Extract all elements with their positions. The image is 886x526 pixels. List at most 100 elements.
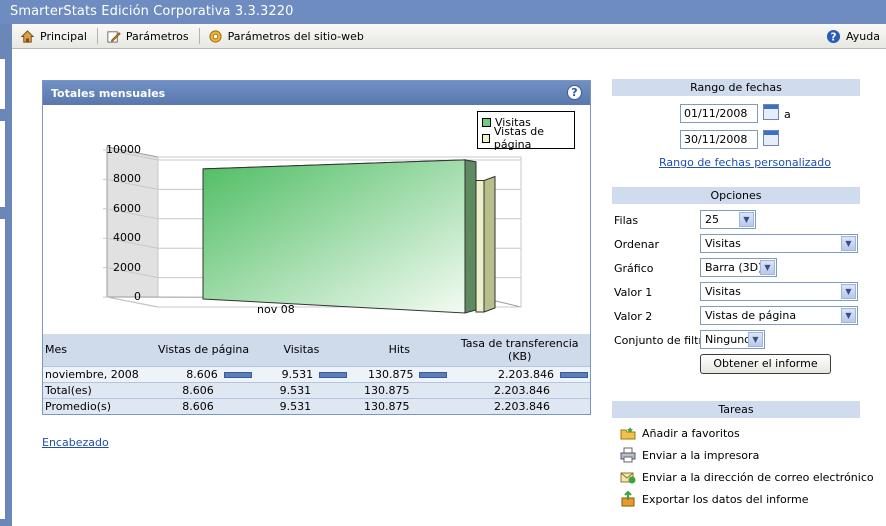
filas-select[interactable]: 25 ▼ <box>700 210 756 229</box>
calendar-icon[interactable] <box>763 130 779 146</box>
table-cell: 8.606 <box>153 365 254 382</box>
toolbar: Principal Parámetros Parámetros del siti… <box>12 24 886 49</box>
legend-swatch <box>482 117 491 127</box>
end-date-input[interactable]: 30/11/2008 <box>680 130 758 149</box>
table-cell: 2.203.846 <box>449 365 590 382</box>
table-cell: noviembre, 2008 <box>43 365 154 382</box>
chevron-down-icon: ▼ <box>739 212 754 227</box>
table-row: Promedio(s) 8.606 9.531 130.875 2.203.84… <box>43 397 590 414</box>
column-header[interactable]: Mes <box>43 334 154 366</box>
bar-vistas-de-pagina[interactable] <box>475 179 485 313</box>
bar-visitas-side[interactable] <box>464 159 477 314</box>
valor1-label: Valor 1 <box>614 286 653 299</box>
table-cell: 130.875 <box>349 381 450 398</box>
valor2-select[interactable]: Vistas de página ▼ <box>700 306 858 325</box>
column-header[interactable]: Visitas <box>253 334 350 366</box>
table-header-row: Mes Vistas de página Visitas Hits Tasa d… <box>43 334 590 366</box>
calendar-icon[interactable] <box>763 104 779 120</box>
table-cell: 2.203.846 <box>449 397 590 414</box>
filas-label: Filas <box>614 214 639 227</box>
filtro-select[interactable]: Ninguno ▼ <box>700 330 765 349</box>
task-export[interactable]: Exportar los datos del informe <box>620 490 809 508</box>
ordenar-label: Ordenar <box>614 238 659 251</box>
legend-item-vistas: Vistas de página <box>482 125 570 151</box>
stats-table: Mes Vistas de página Visitas Hits Tasa d… <box>43 334 590 414</box>
table-row: Total(es) 8.606 9.531 130.875 2.203.846 <box>43 381 590 398</box>
table-cell: 130.875 <box>349 397 450 414</box>
chevron-down-icon: ▼ <box>748 332 763 347</box>
chart-help-icon[interactable]: ? <box>567 85 582 100</box>
valor1-select[interactable]: Visitas ▼ <box>700 282 858 301</box>
legend-swatch <box>482 133 490 143</box>
chevron-down-icon: ▼ <box>841 236 856 251</box>
grafico-label: Gráfico <box>614 262 654 275</box>
date-range-header: Rango de fechas <box>612 79 860 96</box>
table-cell: 9.531 <box>253 365 350 382</box>
table-cell: 130.875 <box>349 365 450 382</box>
value-bar <box>223 371 252 378</box>
y-tick-label: 6000 <box>113 201 141 215</box>
tasks-header: Tareas <box>612 401 860 418</box>
start-date-input[interactable]: 01/11/2008 <box>680 104 758 123</box>
x-tick-label: nov 08 <box>257 303 295 316</box>
left-strip <box>0 49 12 526</box>
valor2-label: Valor 2 <box>614 310 653 323</box>
value-bar <box>319 371 348 378</box>
table-cell: 9.531 <box>253 397 350 414</box>
chevron-down-icon: ▼ <box>841 284 856 299</box>
chart-panel-header: Totales mensuales ? <box>43 81 590 105</box>
svg-text:?: ? <box>831 31 837 43</box>
ordenar-select[interactable]: Visitas ▼ <box>700 234 858 253</box>
export-icon <box>621 491 635 507</box>
value-bar <box>560 371 588 378</box>
collapsed-panel-tab[interactable] <box>0 219 5 519</box>
table-cell: 8.606 <box>153 381 254 398</box>
table-cell: 8.606 <box>153 397 254 414</box>
bar-vistas-de-pagina-side[interactable] <box>483 175 496 313</box>
printer-icon <box>620 447 636 463</box>
y-tick-label: 2000 <box>113 260 141 274</box>
chart-panel: Totales mensuales ? 10000 8000 6000 4000 200… <box>42 80 591 415</box>
task-print[interactable]: Enviar a la impresora <box>620 446 759 464</box>
value-bar <box>419 371 448 378</box>
table-cell: 9.531 <box>253 381 350 398</box>
column-header[interactable]: Vistas de página <box>153 334 254 366</box>
chart-panel-title: Totales mensuales <box>51 87 166 100</box>
chevron-down-icon: ▼ <box>760 260 775 275</box>
app-title-bar: SmarterStats Edición Corporativa 3.3.322… <box>0 0 886 24</box>
email-icon <box>620 472 636 484</box>
collapsed-panel-tab[interactable] <box>0 59 5 109</box>
principal-button[interactable]: Principal <box>12 24 97 49</box>
table-cell: 2.203.846 <box>449 381 590 398</box>
ayuda-button[interactable]: ? Ayuda <box>818 24 886 49</box>
bar-chart: 10000 8000 6000 4000 2000 0 Visitas Vistas de… <box>43 106 590 334</box>
date-separator-label: a <box>784 108 791 121</box>
column-header[interactable]: Tasa de transferencia (KB) <box>449 334 590 366</box>
filtro-label: Conjunto de filtro <box>614 334 710 347</box>
task-email[interactable]: Enviar a la dirección de correo electrón… <box>620 468 874 486</box>
chart-legend: Visitas Vistas de página <box>477 111 575 151</box>
parametros-sitio-button[interactable]: Parámetros del sitio-web <box>200 24 374 49</box>
task-add-favorites[interactable]: Añadir a favoritos <box>620 424 740 442</box>
obtener-informe-button[interactable]: Obtener el informe <box>700 354 831 374</box>
grafico-select[interactable]: Barra (3D) ▼ <box>700 258 777 277</box>
y-tick-label: 0 <box>134 290 141 303</box>
settings-edit-icon <box>107 30 121 43</box>
table-cell: Total(es) <box>43 381 154 398</box>
custom-date-range-link[interactable]: Rango de fechas personalizado <box>659 156 831 169</box>
encabezado-link[interactable]: Encabezado <box>42 436 109 449</box>
table-row: noviembre, 2008 8.606 9.531 130.875 2.20… <box>43 365 590 382</box>
table-cell: Promedio(s) <box>43 397 154 414</box>
y-tick-label: 8000 <box>113 172 141 186</box>
column-header[interactable]: Hits <box>349 334 450 366</box>
bar-visitas[interactable] <box>202 159 466 314</box>
options-header: Opciones <box>612 187 860 204</box>
collapsed-panel-tab[interactable] <box>0 121 5 207</box>
y-tick-label: 10000 <box>106 143 141 156</box>
app-title: SmarterStats Edición Corporativa 3.3.322… <box>10 4 294 19</box>
parametros-button[interactable]: Parámetros <box>98 24 199 49</box>
chevron-down-icon: ▼ <box>841 308 856 323</box>
chart-back-wall-left <box>106 146 159 308</box>
site-settings-icon <box>208 29 222 43</box>
star-folder-icon <box>620 427 636 440</box>
